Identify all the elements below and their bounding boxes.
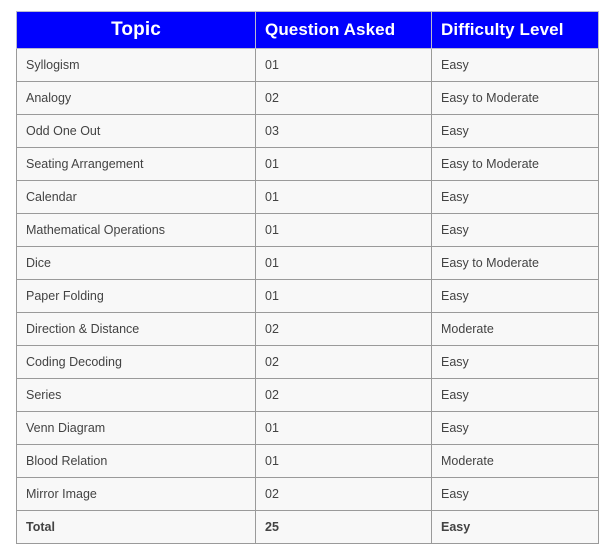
table-row: Mirror Image 02 Easy (16, 477, 599, 511)
cell-question-asked: 02 (255, 345, 432, 379)
page-container: Topic Question Asked Difficulty Level Sy… (0, 0, 613, 544)
cell-question-asked: 01 (255, 213, 432, 247)
cell-topic: Coding Decoding (16, 345, 256, 379)
cell-topic: Mirror Image (16, 477, 256, 511)
cell-question-asked: 01 (255, 147, 432, 181)
table-row: Analogy 02 Easy to Moderate (16, 81, 599, 115)
cell-difficulty-level: Easy (431, 180, 599, 214)
cell-question-asked: 03 (255, 114, 432, 148)
table-row: Series 02 Easy (16, 378, 599, 412)
cell-difficulty-level: Easy (431, 378, 599, 412)
cell-topic: Direction & Distance (16, 312, 256, 346)
cell-difficulty-level: Easy (431, 48, 599, 82)
cell-difficulty-level: Easy to Moderate (431, 246, 599, 280)
column-header-question-asked: Question Asked (255, 11, 432, 49)
cell-difficulty-level: Easy (431, 114, 599, 148)
table-row: Venn Diagram 01 Easy (16, 411, 599, 445)
table-header: Topic Question Asked Difficulty Level (16, 11, 599, 49)
column-header-difficulty-level: Difficulty Level (431, 11, 599, 49)
cell-difficulty-level: Moderate (431, 444, 599, 478)
table-row: Calendar 01 Easy (16, 180, 599, 214)
cell-question-asked: 02 (255, 312, 432, 346)
cell-difficulty-level: Easy to Moderate (431, 147, 599, 181)
cell-total-difficulty-level: Easy (431, 510, 599, 544)
exam-analysis-table: Topic Question Asked Difficulty Level Sy… (16, 11, 599, 544)
cell-question-asked: 02 (255, 477, 432, 511)
cell-topic: Paper Folding (16, 279, 256, 313)
table-row: Odd One Out 03 Easy (16, 114, 599, 148)
cell-topic: Odd One Out (16, 114, 256, 148)
cell-question-asked: 01 (255, 444, 432, 478)
cell-topic: Seating Arrangement (16, 147, 256, 181)
table-total-row: Total 25 Easy (16, 510, 599, 544)
table-row: Syllogism 01 Easy (16, 48, 599, 82)
cell-topic: Series (16, 378, 256, 412)
cell-difficulty-level: Easy (431, 345, 599, 379)
cell-question-asked: 02 (255, 378, 432, 412)
table-header-row: Topic Question Asked Difficulty Level (16, 11, 599, 49)
cell-question-asked: 01 (255, 180, 432, 214)
cell-question-asked: 01 (255, 246, 432, 280)
cell-question-asked: 01 (255, 279, 432, 313)
table-row: Direction & Distance 02 Moderate (16, 312, 599, 346)
cell-total-question-asked: 25 (255, 510, 432, 544)
cell-total-label: Total (16, 510, 256, 544)
table-row: Mathematical Operations 01 Easy (16, 213, 599, 247)
table-row: Coding Decoding 02 Easy (16, 345, 599, 379)
cell-topic: Syllogism (16, 48, 256, 82)
cell-difficulty-level: Easy to Moderate (431, 81, 599, 115)
cell-question-asked: 01 (255, 48, 432, 82)
table-row: Seating Arrangement 01 Easy to Moderate (16, 147, 599, 181)
cell-question-asked: 02 (255, 81, 432, 115)
cell-topic: Blood Relation (16, 444, 256, 478)
cell-topic: Calendar (16, 180, 256, 214)
cell-difficulty-level: Easy (431, 279, 599, 313)
cell-difficulty-level: Easy (431, 411, 599, 445)
cell-difficulty-level: Easy (431, 213, 599, 247)
table-row: Dice 01 Easy to Moderate (16, 246, 599, 280)
cell-topic: Venn Diagram (16, 411, 256, 445)
column-header-topic: Topic (16, 11, 256, 49)
table-row: Paper Folding 01 Easy (16, 279, 599, 313)
cell-difficulty-level: Moderate (431, 312, 599, 346)
table-row: Blood Relation 01 Moderate (16, 444, 599, 478)
cell-question-asked: 01 (255, 411, 432, 445)
cell-topic: Analogy (16, 81, 256, 115)
cell-topic: Dice (16, 246, 256, 280)
cell-topic: Mathematical Operations (16, 213, 256, 247)
table-body: Syllogism 01 Easy Analogy 02 Easy to Moderate… (16, 48, 599, 544)
cell-difficulty-level: Easy (431, 477, 599, 511)
